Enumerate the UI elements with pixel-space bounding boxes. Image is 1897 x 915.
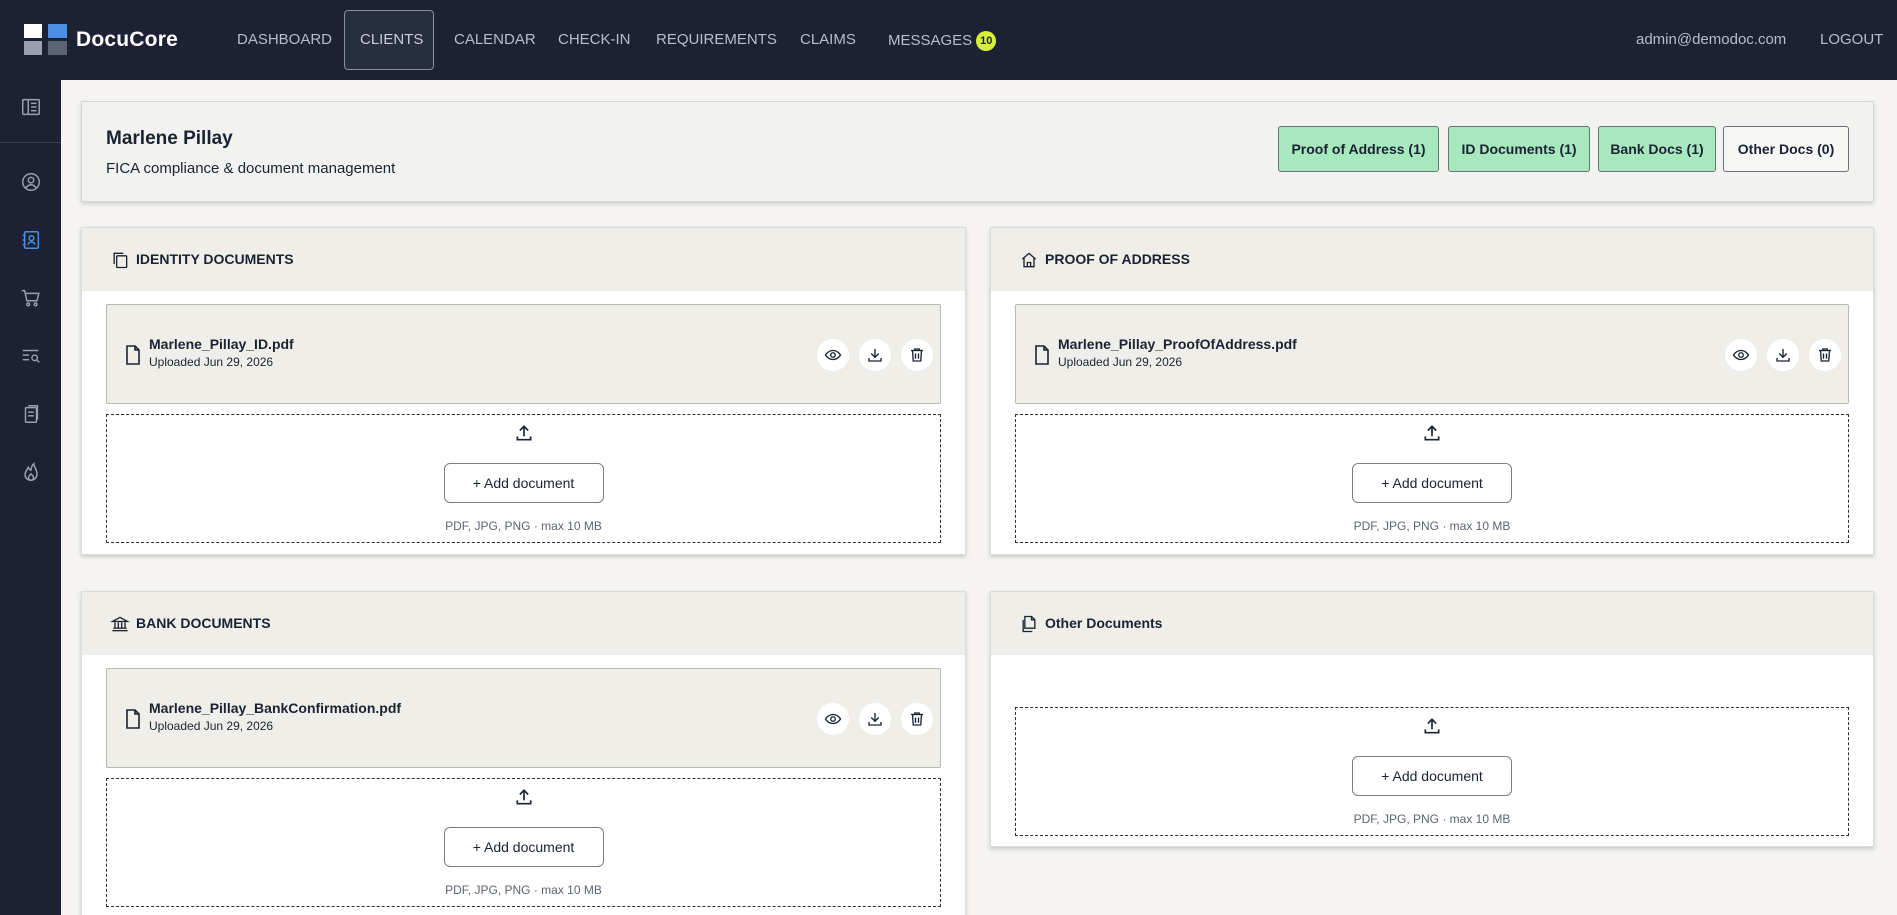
card-header: PROOF OF ADDRESS bbox=[991, 228, 1873, 291]
list-search-icon[interactable] bbox=[18, 343, 44, 369]
client-header: Marlene Pillay FICA compliance & documen… bbox=[81, 101, 1874, 202]
file-name[interactable]: Marlene_Pillay_ProofOfAddress.pdf bbox=[1058, 336, 1297, 352]
upload-dropzone[interactable]: + Add document PDF, JPG, PNG · max 10 MB bbox=[1015, 414, 1849, 543]
card-title: Other Documents bbox=[1045, 615, 1163, 631]
download-button[interactable] bbox=[859, 339, 891, 371]
app-logo[interactable]: DocuCore bbox=[24, 24, 178, 55]
card-title: PROOF OF ADDRESS bbox=[1045, 251, 1190, 267]
other-documents-card: Other Documents + Add document PDF, JPG,… bbox=[990, 591, 1874, 847]
nav-clients[interactable]: CLIENTS bbox=[360, 31, 423, 48]
top-navbar: DocuCore DASHBOARD CLIENTS CALENDAR CHEC… bbox=[0, 0, 1897, 80]
file-icon bbox=[126, 709, 140, 729]
upload-icon bbox=[1424, 718, 1440, 734]
download-button[interactable] bbox=[1767, 339, 1799, 371]
trash-icon bbox=[1819, 348, 1831, 362]
card-header: BANK DOCUMENTS bbox=[82, 592, 965, 655]
upload-dropzone[interactable]: + Add document PDF, JPG, PNG · max 10 MB bbox=[1015, 707, 1849, 836]
filter-bank-docs[interactable]: Bank Docs (1) bbox=[1598, 126, 1716, 172]
file-icon bbox=[1035, 345, 1049, 365]
view-button[interactable] bbox=[817, 339, 849, 371]
view-button[interactable] bbox=[817, 703, 849, 735]
contacts-icon[interactable] bbox=[18, 227, 44, 253]
card-title: IDENTITY DOCUMENTS bbox=[136, 251, 294, 267]
nav-requirements[interactable]: REQUIREMENTS bbox=[656, 31, 777, 48]
sidebar-divider bbox=[0, 142, 61, 143]
eye-icon bbox=[1732, 349, 1750, 361]
sidebar bbox=[0, 80, 61, 915]
nav-messages[interactable]: MESSAGES 10 bbox=[888, 31, 997, 51]
card-title: BANK DOCUMENTS bbox=[136, 615, 271, 631]
file-row[interactable]: Marlene_Pillay_ProofOfAddress.pdf Upload… bbox=[1015, 304, 1849, 404]
add-document-button[interactable]: + Add document bbox=[1352, 756, 1512, 796]
trash-icon bbox=[911, 712, 923, 726]
filter-other-docs[interactable]: Other Docs (0) bbox=[1723, 126, 1849, 172]
cart-icon[interactable] bbox=[18, 285, 44, 311]
view-button[interactable] bbox=[1725, 339, 1757, 371]
card-header: IDENTITY DOCUMENTS bbox=[82, 228, 965, 291]
client-name: Marlene Pillay bbox=[106, 128, 233, 149]
file-row[interactable]: Marlene_Pillay_ID.pdf Uploaded Jun 29, 2… bbox=[106, 304, 941, 404]
file-icon bbox=[126, 345, 140, 365]
eye-icon bbox=[824, 713, 842, 725]
user-email[interactable]: admin@demodoc.com bbox=[1636, 31, 1786, 48]
file-upload-date: Uploaded Jun 29, 2026 bbox=[1058, 355, 1183, 369]
user-circle-icon[interactable] bbox=[18, 169, 44, 195]
filter-id-documents[interactable]: ID Documents (1) bbox=[1448, 126, 1590, 172]
delete-button[interactable] bbox=[1809, 339, 1841, 371]
download-icon bbox=[868, 349, 882, 362]
file-name[interactable]: Marlene_Pillay_BankConfirmation.pdf bbox=[149, 700, 401, 716]
add-document-button[interactable]: + Add document bbox=[443, 827, 604, 867]
add-document-button[interactable]: + Add document bbox=[1352, 463, 1512, 503]
nav-claims[interactable]: CLAIMS bbox=[800, 31, 856, 48]
upload-icon bbox=[516, 425, 531, 441]
logout-link[interactable]: LOGOUT bbox=[1820, 31, 1883, 48]
delete-button[interactable] bbox=[901, 703, 933, 735]
flame-icon[interactable] bbox=[18, 459, 44, 485]
upload-hint: PDF, JPG, PNG · max 10 MB bbox=[1353, 812, 1511, 826]
upload-dropzone[interactable]: + Add document PDF, JPG, PNG · max 10 MB bbox=[106, 778, 941, 907]
home-icon bbox=[1021, 252, 1037, 268]
upload-dropzone[interactable]: + Add document PDF, JPG, PNG · max 10 MB bbox=[106, 414, 941, 543]
nav-check-in[interactable]: CHECK-IN bbox=[558, 31, 631, 48]
filter-proof-of-address[interactable]: Proof of Address (1) bbox=[1278, 126, 1439, 172]
panel-icon[interactable] bbox=[18, 94, 44, 120]
upload-hint: PDF, JPG, PNG · max 10 MB bbox=[445, 519, 602, 533]
trash-icon bbox=[911, 348, 923, 362]
card-header: Other Documents bbox=[991, 592, 1873, 655]
file-upload-date: Uploaded Jun 29, 2026 bbox=[149, 719, 274, 733]
upload-icon bbox=[1424, 425, 1440, 441]
eye-icon bbox=[824, 349, 842, 361]
add-document-button[interactable]: + Add document bbox=[443, 463, 604, 503]
upload-hint: PDF, JPG, PNG · max 10 MB bbox=[1353, 519, 1511, 533]
messages-count-badge: 10 bbox=[976, 31, 997, 51]
bank-documents-card: BANK DOCUMENTS Marlene_Pillay_BankConfir… bbox=[81, 591, 966, 915]
copy-icon bbox=[113, 252, 128, 269]
nav-messages-label: MESSAGES bbox=[888, 32, 973, 49]
nav-calendar[interactable]: CALENDAR bbox=[454, 31, 536, 48]
file-upload-date: Uploaded Jun 29, 2026 bbox=[149, 355, 274, 369]
nav-dashboard[interactable]: DASHBOARD bbox=[237, 31, 332, 48]
documents-icon bbox=[1022, 615, 1036, 633]
file-name[interactable]: Marlene_Pillay_ID.pdf bbox=[149, 336, 294, 352]
download-button[interactable] bbox=[859, 703, 891, 735]
bank-icon bbox=[110, 616, 130, 632]
identity-documents-card: IDENTITY DOCUMENTS Marlene_Pillay_ID.pdf… bbox=[81, 227, 966, 555]
file-row[interactable]: Marlene_Pillay_BankConfirmation.pdf Uplo… bbox=[106, 668, 941, 768]
documents-icon[interactable] bbox=[18, 401, 44, 427]
delete-button[interactable] bbox=[901, 339, 933, 371]
logo-mark-icon bbox=[24, 24, 67, 55]
proof-of-address-card: PROOF OF ADDRESS Marlene_Pillay_ProofOfA… bbox=[990, 227, 1874, 555]
upload-icon bbox=[516, 789, 531, 805]
upload-hint: PDF, JPG, PNG · max 10 MB bbox=[445, 883, 602, 897]
client-subtitle: FICA compliance & document management bbox=[106, 160, 396, 177]
download-icon bbox=[1776, 349, 1790, 362]
download-icon bbox=[868, 713, 882, 726]
app-name: DocuCore bbox=[76, 27, 178, 51]
